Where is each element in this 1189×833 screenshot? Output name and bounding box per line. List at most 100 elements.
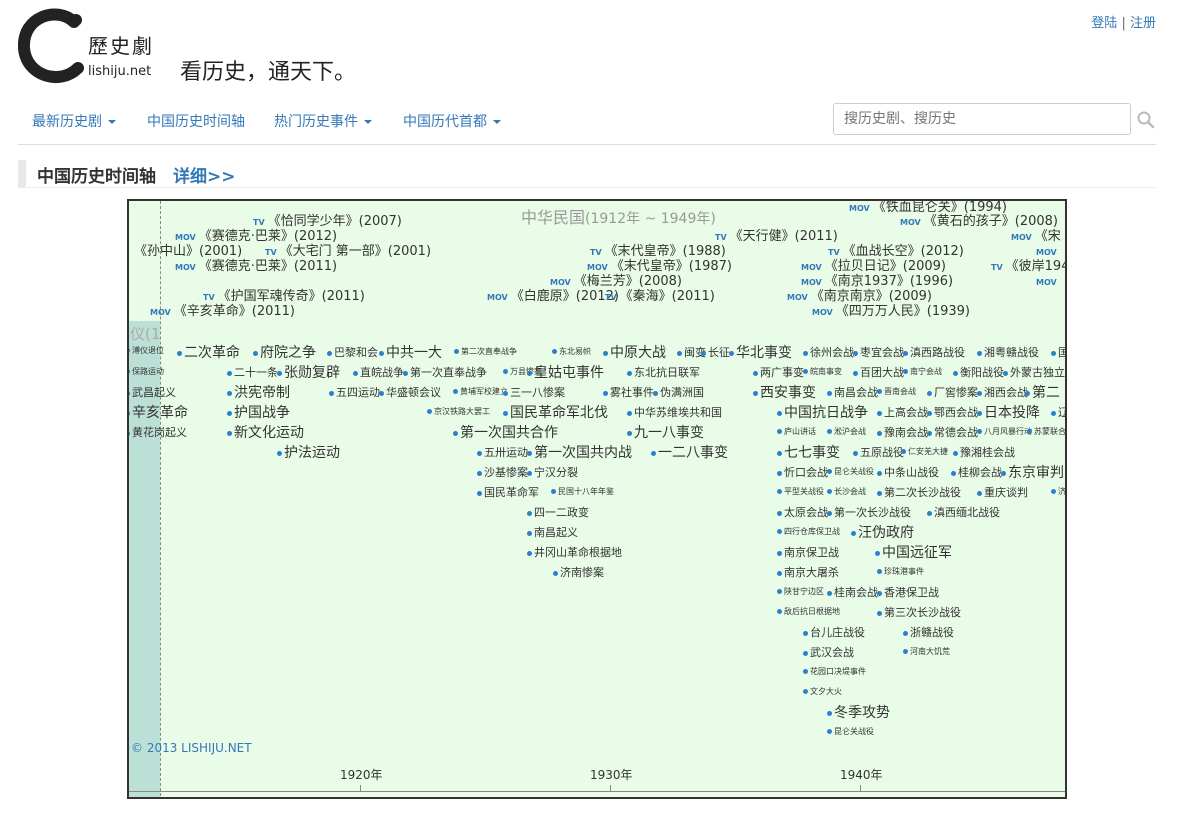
timeline-event[interactable]: 国: [1051, 346, 1065, 359]
media-item[interactable]: TV 《天行健》(2011): [715, 230, 838, 245]
timeline-event[interactable]: 第三次长沙战役: [877, 606, 961, 619]
timeline-event[interactable]: 庐山讲话: [777, 427, 816, 437]
timeline-event[interactable]: 国民革命军: [477, 486, 539, 499]
timeline-event[interactable]: 徐州会战: [803, 346, 854, 359]
timeline-event[interactable]: 七七事变: [777, 445, 840, 461]
timeline-event[interactable]: 厂窖惨案: [927, 386, 978, 399]
timeline-event[interactable]: 中条山战役: [877, 466, 939, 479]
timeline-event[interactable]: 雾社事件: [603, 386, 654, 399]
timeline-event[interactable]: 济南惨案: [553, 566, 604, 579]
timeline-event[interactable]: 中国抗日战争: [777, 405, 868, 421]
media-item[interactable]: MOV 《赛德克·巴莱》(2011): [175, 260, 337, 275]
timeline-event[interactable]: 巴黎和会: [327, 346, 378, 359]
timeline-event[interactable]: 保路运动: [129, 367, 164, 377]
media-item[interactable]: MOV 《南京1937》(1996): [801, 275, 953, 290]
timeline-event[interactable]: 百团大战: [853, 366, 904, 379]
timeline-event[interactable]: 滇西路战役: [903, 346, 965, 359]
timeline-event[interactable]: 中共一大: [379, 345, 442, 361]
timeline-event[interactable]: 南昌起义: [527, 526, 578, 539]
timeline-event[interactable]: 平型关战役: [777, 487, 824, 497]
timeline-event[interactable]: 新文化运动: [227, 425, 304, 441]
timeline-event[interactable]: 皇姑屯事件: [527, 365, 604, 381]
media-item[interactable]: MOV 《拉贝日记》(2009): [801, 260, 946, 275]
timeline-event[interactable]: 重庆谈判: [977, 486, 1028, 499]
timeline-event[interactable]: 昆仑关战役: [827, 467, 874, 477]
timeline-event[interactable]: 宁汉分裂: [527, 466, 578, 479]
timeline-event[interactable]: 四一二政变: [527, 506, 589, 519]
timeline-event[interactable]: 外蒙古独立: [1003, 366, 1065, 379]
timeline-event[interactable]: 东北抗日联军: [627, 366, 700, 379]
timeline-event[interactable]: 黄埔军校建立: [453, 387, 508, 397]
timeline-event[interactable]: 京汉铁路大罢工: [427, 407, 490, 417]
media-item[interactable]: MOV 《黄石的孩子》(2008): [900, 215, 1058, 230]
search-input[interactable]: [833, 103, 1131, 135]
timeline-event[interactable]: 洪宪帝制: [227, 385, 290, 401]
timeline-event[interactable]: 二次革命: [177, 345, 240, 361]
timeline-event[interactable]: 民国十八年年鉴: [551, 487, 614, 497]
timeline-event[interactable]: 东京审判: [1001, 465, 1064, 481]
media-item[interactable]: MOV 《辛亥革命》(2011): [150, 305, 295, 320]
timeline-event[interactable]: 浙赣战役: [903, 626, 954, 639]
timeline-event[interactable]: 五四运动: [329, 386, 380, 399]
timeline-event[interactable]: 直皖战争: [353, 366, 404, 379]
timeline-event[interactable]: 桂南会战: [827, 586, 878, 599]
section-more-link[interactable]: 详细>>: [173, 162, 236, 187]
media-item[interactable]: MOV 《南京南京》(2009): [787, 290, 932, 305]
timeline-event[interactable]: 仁安羌大捷: [901, 447, 948, 457]
timeline-event[interactable]: 八月风暴行动: [977, 427, 1032, 437]
timeline-event[interactable]: 第一次直奉战争: [403, 366, 487, 379]
media-item[interactable]: MOV 《梅兰芳》(2008): [550, 275, 682, 290]
timeline-event[interactable]: 一二八事变: [651, 445, 728, 461]
timeline-event[interactable]: 第一次国共合作: [453, 425, 558, 441]
timeline-event[interactable]: 皖南事变: [803, 367, 842, 377]
timeline-event[interactable]: 伪满洲国: [653, 386, 704, 399]
timeline-event[interactable]: 第二次长沙战役: [877, 486, 961, 499]
timeline-event[interactable]: 长征: [701, 346, 730, 359]
timeline-event[interactable]: 井冈山革命根据地: [527, 546, 622, 559]
timeline-event[interactable]: 台儿庄战役: [803, 626, 865, 639]
timeline-event[interactable]: 国民革命军北伐: [503, 405, 608, 421]
timeline-event[interactable]: 华北事变: [729, 345, 792, 361]
timeline-event[interactable]: 香港保卫战: [877, 586, 939, 599]
timeline-event[interactable]: 长沙会战: [827, 487, 866, 497]
timeline-event[interactable]: 五卅运动: [477, 446, 528, 459]
timeline-event[interactable]: 张勋复辟: [277, 365, 340, 381]
timeline-event[interactable]: 常德会战: [927, 426, 978, 439]
timeline-event[interactable]: 沙基惨案: [477, 466, 528, 479]
media-item[interactable]: MOV 《赛德克·巴莱》(2012): [175, 230, 337, 245]
media-item[interactable]: TV 《彼岸194: [991, 260, 1065, 275]
timeline-event[interactable]: 济: [1051, 487, 1065, 497]
timeline-event[interactable]: 上高会战: [877, 406, 928, 419]
timeline-event[interactable]: 三一八惨案: [503, 386, 565, 399]
media-item[interactable]: MOV 《白鹿原》(2012): [487, 290, 619, 305]
timeline-event[interactable]: 西安事变: [753, 385, 816, 401]
timeline-event[interactable]: 豫湘桂会战: [953, 446, 1015, 459]
media-item[interactable]: MOV 《宋: [1011, 230, 1061, 245]
timeline-event[interactable]: 四行仓库保卫战: [777, 527, 840, 537]
media-item[interactable]: 《孙中山》(2001): [131, 245, 242, 260]
timeline-event[interactable]: 滇西缅北战役: [927, 506, 1000, 519]
timeline-event[interactable]: 花园口决堤事件: [803, 667, 866, 677]
nav-item-timeline[interactable]: 中国历史时间轴: [147, 111, 245, 131]
timeline-event[interactable]: 湘西会战: [977, 386, 1028, 399]
timeline-event[interactable]: 南宁会战: [903, 367, 942, 377]
media-item[interactable]: TV 《末代皇帝》(1988): [590, 245, 726, 260]
timeline-event[interactable]: 黄花岗起义: [129, 426, 187, 439]
media-item[interactable]: MOV: [1036, 275, 1060, 290]
media-item[interactable]: TV 《护国军魂传奇》(2011): [203, 290, 365, 305]
timeline-event[interactable]: 护国战争: [227, 405, 290, 421]
timeline-event[interactable]: 淞沪会战: [827, 427, 866, 437]
timeline-event[interactable]: 珍珠港事件: [877, 567, 924, 577]
timeline-event[interactable]: 中原大战: [603, 345, 666, 361]
timeline-event[interactable]: 晋南会战: [877, 387, 916, 397]
timeline-event[interactable]: 冬季攻势: [827, 705, 890, 721]
search-icon[interactable]: [1136, 110, 1156, 130]
timeline-event[interactable]: 中华苏维埃共和国: [627, 406, 722, 419]
history-timeline[interactable]: 中华民国(1912年 ~ 1949年) 仪(1 MOV 《铁血昆仑关》(1994)…: [127, 199, 1067, 799]
timeline-event[interactable]: 南京保卫战: [777, 546, 839, 559]
timeline-event[interactable]: 敌后抗日根据地: [777, 607, 840, 617]
timeline-event[interactable]: 汪伪政府: [851, 525, 914, 541]
timeline-event[interactable]: 第二: [1025, 385, 1060, 401]
timeline-event[interactable]: 溥仪退位: [129, 346, 164, 356]
timeline-event[interactable]: 陕甘宁边区: [777, 587, 824, 597]
